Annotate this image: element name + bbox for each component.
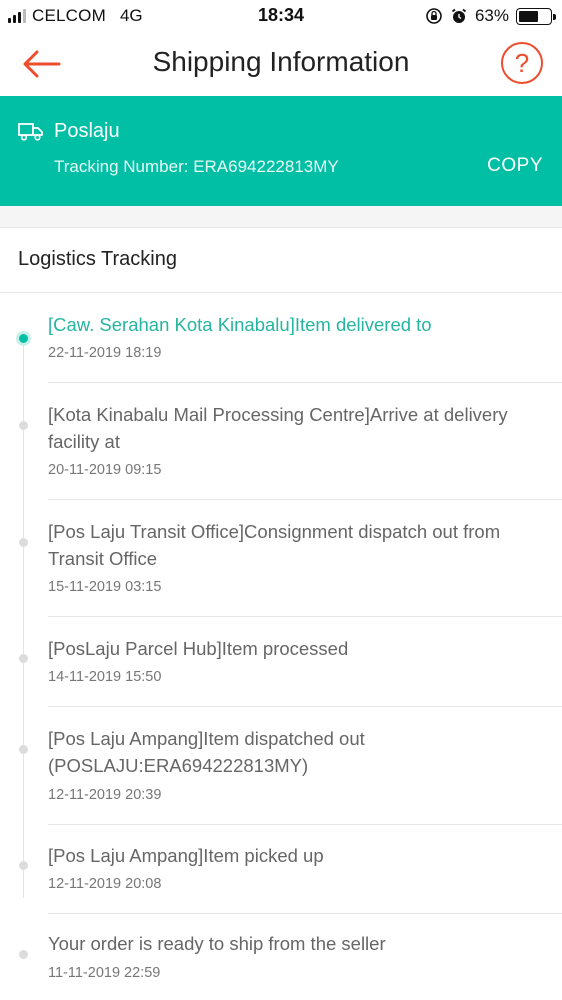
timeline-dot bbox=[19, 654, 28, 663]
event-time: 12-11-2019 20:08 bbox=[48, 876, 162, 892]
section-title: Logistics Tracking bbox=[18, 248, 177, 270]
battery-icon bbox=[516, 7, 556, 25]
courier-name: Poslaju bbox=[54, 120, 120, 142]
page-header: Shipping Information ? bbox=[0, 32, 562, 96]
event-description: [Pos Laju Transit Office]Consignment dis… bbox=[48, 521, 501, 569]
event-time: 20-11-2019 09:15 bbox=[48, 462, 162, 478]
truck-icon bbox=[18, 123, 43, 141]
tracking-timeline: [Caw. Serahan Kota Kinabalu]Item deliver… bbox=[0, 294, 562, 1000]
divider bbox=[48, 913, 562, 914]
divider bbox=[48, 382, 562, 383]
event-time: 22-11-2019 18:19 bbox=[48, 345, 162, 361]
timeline-dot bbox=[19, 745, 28, 754]
event-time: 11-11-2019 22:59 bbox=[48, 965, 161, 981]
event-description: [Caw. Serahan Kota Kinabalu]Item deliver… bbox=[48, 314, 432, 335]
logistics-header: Logistics Tracking bbox=[0, 229, 562, 293]
event-description: Your order is ready to ship from the sel… bbox=[48, 933, 386, 954]
event-description: [Pos Laju Ampang]Item picked up bbox=[48, 845, 324, 866]
status-bar: CELCOM 4G 18:34 63% bbox=[0, 0, 562, 32]
orientation-lock-icon bbox=[426, 8, 442, 24]
event-time: 12-11-2019 20:39 bbox=[48, 787, 162, 803]
alarm-icon bbox=[451, 8, 467, 23]
timeline-dot bbox=[19, 861, 28, 870]
event-description: [Pos Laju Ampang]Item dispatched out (PO… bbox=[48, 728, 365, 776]
timeline-dot bbox=[19, 421, 28, 430]
event-time: 14-11-2019 15:50 bbox=[48, 669, 162, 685]
divider bbox=[48, 616, 562, 617]
timeline-dot bbox=[19, 950, 28, 959]
divider bbox=[48, 824, 562, 825]
page-title: Shipping Information bbox=[152, 46, 410, 77]
event-time: 15-11-2019 03:15 bbox=[48, 579, 162, 595]
battery-percent: 63% bbox=[474, 6, 509, 25]
divider bbox=[48, 499, 562, 500]
event-description: [Kota Kinabalu Mail Processing Centre]Ar… bbox=[48, 404, 508, 452]
event-description: [PosLaju Parcel Hub]Item processed bbox=[48, 638, 349, 659]
tracking-number: Tracking Number: ERA694222813MY bbox=[54, 157, 339, 176]
timeline-dot-active bbox=[16, 331, 31, 346]
status-bar-right: 63% bbox=[425, 6, 556, 26]
copy-button[interactable]: COPY bbox=[487, 155, 543, 177]
courier-banner: Poslaju Tracking Number: ERA694222813MY … bbox=[0, 96, 562, 206]
question-mark-icon: ? bbox=[514, 47, 530, 78]
help-button[interactable]: ? bbox=[501, 42, 543, 84]
timeline-dot bbox=[19, 538, 28, 547]
section-spacer bbox=[0, 206, 562, 228]
divider bbox=[48, 706, 562, 707]
